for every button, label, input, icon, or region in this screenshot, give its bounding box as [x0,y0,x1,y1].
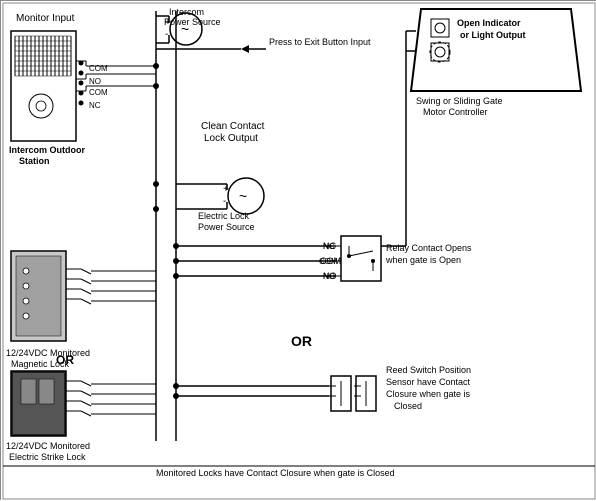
svg-text:Electric Strike Lock: Electric Strike Lock [9,452,86,462]
svg-text:~: ~ [239,188,247,204]
svg-text:COM: COM [319,257,338,266]
svg-text:Monitor Input: Monitor Input [16,13,75,24]
wiring-diagram: Monitor Input COM NO COM NC [0,0,596,500]
svg-text:Intercom: Intercom [169,7,204,17]
svg-text:Power Source: Power Source [164,17,221,27]
svg-text:when gate is Open: when gate is Open [385,255,461,265]
svg-text:NO: NO [323,272,335,281]
svg-text:Motor Controller: Motor Controller [423,107,488,117]
svg-text:+: + [223,184,229,195]
svg-text:COM: COM [89,88,108,97]
svg-text:NC: NC [89,101,101,110]
svg-text:Open Indicator: Open Indicator [457,18,521,28]
svg-text:OR: OR [291,333,312,349]
svg-text:COM: COM [89,64,108,73]
svg-text:Relay Contact Opens: Relay Contact Opens [386,243,472,253]
svg-text:Press to Exit Button Input: Press to Exit Button Input [269,37,371,47]
svg-text:Sensor have Contact: Sensor have Contact [386,377,471,387]
svg-text:12/24VDC Monitored: 12/24VDC Monitored [6,348,90,358]
svg-text:Closure when gate is: Closure when gate is [386,389,471,399]
svg-text:-: - [223,196,226,207]
svg-text:Lock Output: Lock Output [204,133,258,144]
svg-text:Monitored Locks have Contact C: Monitored Locks have Contact Closure whe… [156,468,395,478]
svg-text:-: - [165,29,168,40]
svg-text:Electric Lock: Electric Lock [198,211,250,221]
svg-text:Reed Switch Position: Reed Switch Position [386,365,471,375]
svg-text:or Light Output: or Light Output [460,30,525,40]
svg-text:Swing or Sliding Gate: Swing or Sliding Gate [416,96,503,106]
svg-text:Closed: Closed [394,401,422,411]
svg-text:Intercom Outdoor: Intercom Outdoor [9,145,85,155]
svg-text:Power Source: Power Source [198,222,255,232]
svg-text:OR: OR [56,353,74,367]
svg-text:Station: Station [19,156,50,166]
svg-text:Clean Contact: Clean Contact [201,121,265,132]
svg-text:NO: NO [89,77,101,86]
svg-text:12/24VDC Monitored: 12/24VDC Monitored [6,441,90,451]
svg-text:NC: NC [323,242,335,251]
